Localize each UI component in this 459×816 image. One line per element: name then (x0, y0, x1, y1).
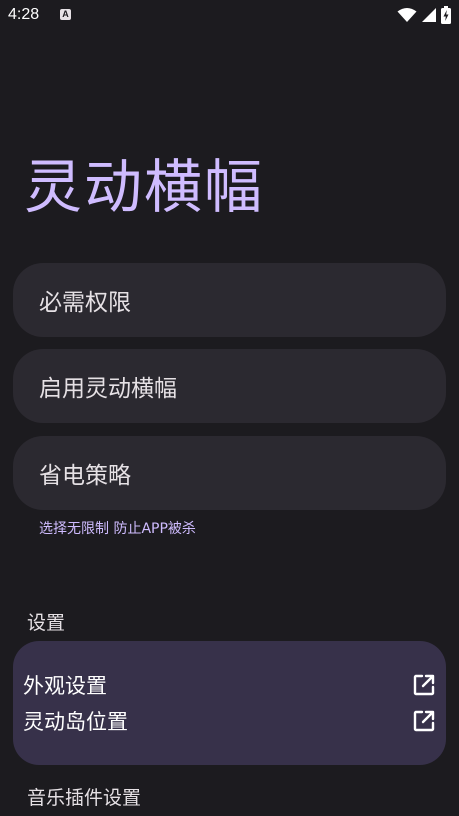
power-strategy-card[interactable]: 省电策略 (13, 436, 446, 510)
status-icons (397, 6, 451, 24)
appearance-settings-item[interactable]: 外观设置 (23, 669, 436, 701)
wifi-icon (397, 8, 417, 22)
battery-charging-icon (441, 6, 451, 24)
power-strategy-hint: 选择无限制 防止APP被杀 (39, 521, 196, 537)
power-strategy-label: 省电策略 (39, 463, 131, 489)
settings-section-label: 设置 (27, 612, 66, 634)
permissions-card[interactable]: 必需权限 (13, 263, 446, 337)
signal-icon (422, 8, 436, 22)
island-position-label: 灵动岛位置 (23, 710, 128, 734)
page-title: 灵动横幅 (24, 153, 265, 221)
enable-banner-card[interactable]: 启用灵动横幅 (13, 349, 446, 423)
enable-banner-label: 启用灵动横幅 (39, 376, 177, 402)
permissions-label: 必需权限 (39, 290, 131, 316)
settings-card: 外观设置 灵动岛位置 (13, 641, 446, 765)
notification-app-icon: A (60, 9, 71, 20)
appearance-settings-label: 外观设置 (23, 674, 107, 698)
status-time: 4:28 (8, 6, 40, 23)
open-external-icon (413, 674, 435, 696)
status-bar: 4:28 A (0, 0, 459, 32)
island-position-item[interactable]: 灵动岛位置 (23, 705, 436, 737)
open-external-icon (413, 710, 435, 732)
music-plugin-section-label[interactable]: 音乐插件设置 (27, 783, 141, 810)
